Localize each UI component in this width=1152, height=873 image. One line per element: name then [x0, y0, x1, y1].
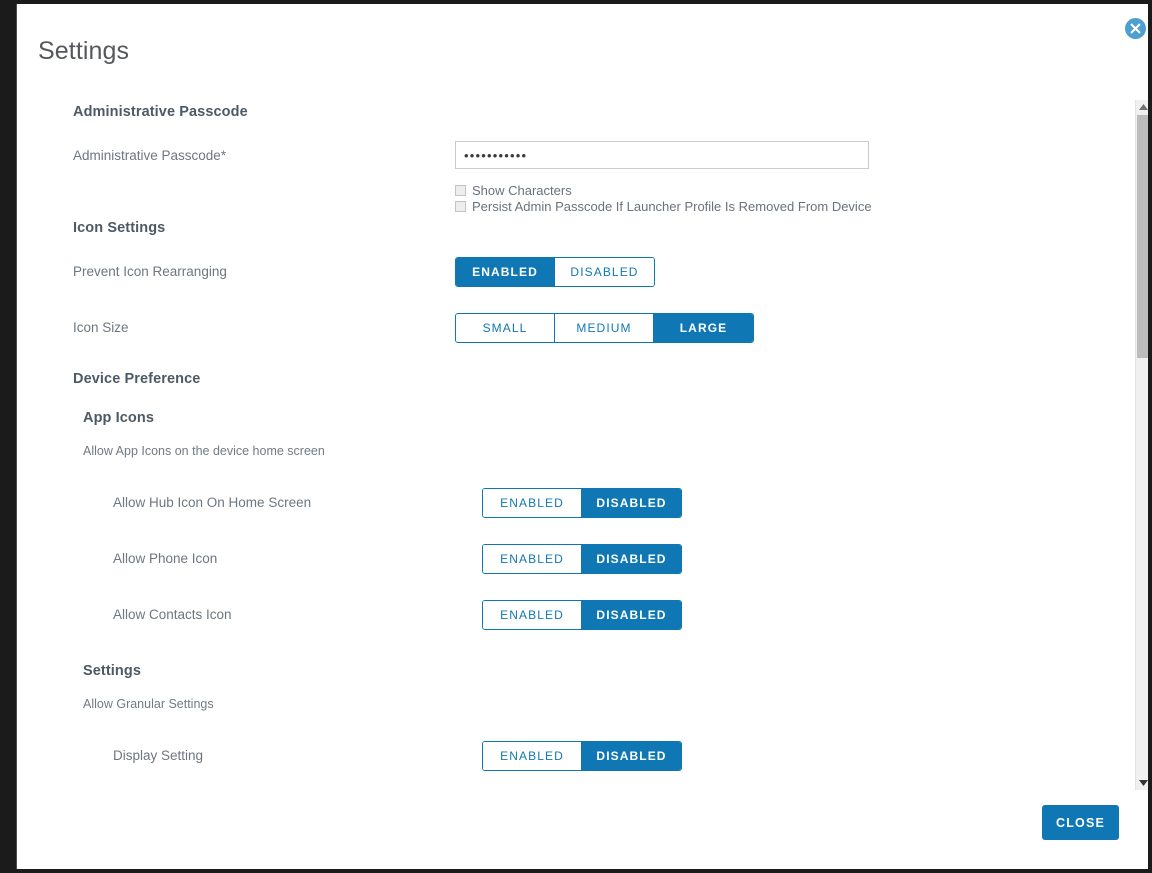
prevent-icon-rearranging-label: Prevent Icon Rearranging	[73, 264, 227, 279]
display-setting-option-enabled[interactable]: ENABLED	[483, 742, 582, 770]
allow-hub-icon-option-disabled[interactable]: DISABLED	[582, 489, 681, 517]
group-description-settings: Allow Granular Settings	[83, 697, 214, 711]
allow-hub-icon-option-enabled[interactable]: ENABLED	[483, 489, 582, 517]
icon-size-option-small[interactable]: SMALL	[456, 314, 555, 342]
administrative-passcode-input[interactable]	[455, 141, 869, 169]
display-setting-toggle[interactable]: ENABLED DISABLED	[482, 741, 682, 771]
section-heading-device-preference: Device Preference	[73, 371, 201, 387]
persist-admin-passcode-checkbox-row[interactable]: Persist Admin Passcode If Launcher Profi…	[455, 199, 872, 214]
settings-scroll-area: Administrative Passcode Administrative P…	[17, 88, 1148, 794]
display-setting-option-disabled[interactable]: DISABLED	[582, 742, 681, 770]
show-characters-label: Show Characters	[472, 183, 572, 198]
show-characters-checkbox[interactable]	[455, 185, 466, 196]
persist-admin-passcode-checkbox[interactable]	[455, 201, 466, 212]
page-title: Settings	[38, 37, 130, 65]
display-setting-label: Display Setting	[113, 748, 204, 763]
window-bottom-edge	[0, 869, 1152, 873]
allow-contacts-icon-option-enabled[interactable]: ENABLED	[483, 601, 582, 629]
scrollbar-thumb[interactable]	[1137, 115, 1148, 358]
group-heading-app-icons: App Icons	[83, 410, 154, 426]
show-characters-checkbox-row[interactable]: Show Characters	[455, 183, 572, 198]
allow-phone-icon-option-disabled[interactable]: DISABLED	[582, 545, 681, 573]
scroll-up-arrow-icon[interactable]	[1136, 100, 1148, 114]
icon-size-label: Icon Size	[73, 320, 129, 335]
close-button[interactable]: CLOSE	[1042, 805, 1119, 840]
allow-contacts-icon-option-disabled[interactable]: DISABLED	[582, 601, 681, 629]
prevent-icon-rearranging-option-disabled[interactable]: DISABLED	[555, 258, 654, 286]
administrative-passcode-label: Administrative Passcode*	[73, 148, 227, 163]
allow-phone-icon-option-enabled[interactable]: ENABLED	[483, 545, 582, 573]
icon-size-option-medium[interactable]: MEDIUM	[555, 314, 654, 342]
settings-dialog: Settings Administrative Passcode Adminis…	[16, 4, 1148, 869]
allow-hub-icon-label: Allow Hub Icon On Home Screen	[113, 495, 312, 510]
prevent-icon-rearranging-option-enabled[interactable]: ENABLED	[456, 258, 555, 286]
allow-phone-icon-toggle[interactable]: ENABLED DISABLED	[482, 544, 682, 574]
dialog-footer: CLOSE	[17, 794, 1148, 869]
scroll-down-arrow-icon[interactable]	[1136, 776, 1148, 790]
close-icon[interactable]	[1125, 18, 1146, 39]
vertical-scrollbar[interactable]	[1135, 100, 1148, 790]
icon-size-toggle[interactable]: SMALL MEDIUM LARGE	[455, 313, 754, 343]
group-heading-settings: Settings	[83, 663, 141, 679]
section-heading-administrative-passcode: Administrative Passcode	[73, 104, 248, 120]
prevent-icon-rearranging-toggle[interactable]: ENABLED DISABLED	[455, 257, 655, 287]
allow-contacts-icon-toggle[interactable]: ENABLED DISABLED	[482, 600, 682, 630]
icon-size-option-large[interactable]: LARGE	[654, 314, 753, 342]
section-heading-icon-settings: Icon Settings	[73, 220, 166, 236]
allow-hub-icon-toggle[interactable]: ENABLED DISABLED	[482, 488, 682, 518]
persist-admin-passcode-label: Persist Admin Passcode If Launcher Profi…	[472, 199, 872, 214]
allow-phone-icon-label: Allow Phone Icon	[113, 551, 218, 566]
group-description-app-icons: Allow App Icons on the device home scree…	[83, 444, 325, 458]
allow-contacts-icon-label: Allow Contacts Icon	[113, 607, 232, 622]
